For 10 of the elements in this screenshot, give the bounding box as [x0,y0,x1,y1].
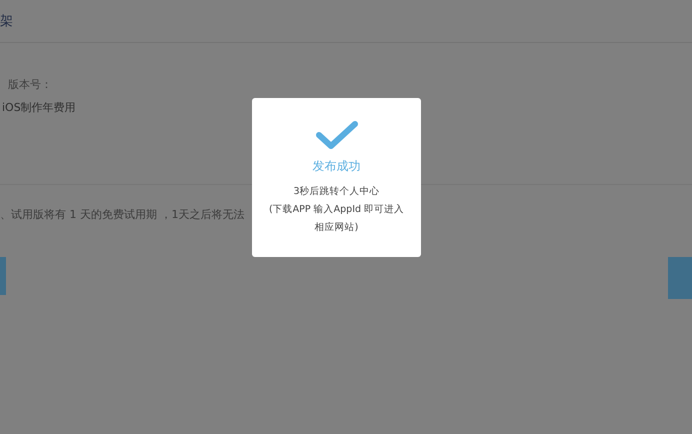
button[interactable] [0,257,6,295]
version-label: 版本号： [8,77,53,92]
dialog-message: 3秒后跳转个人中心 [292,185,381,199]
header-title: 架 [0,13,13,30]
fee-label: iOS制作年费用 [2,100,77,115]
button[interactable] [668,257,692,299]
dialog-title: 发布成功 [312,158,360,175]
checkmark-icon [314,120,358,150]
trial-notice: 、试用版将有 1 天的免费试用期 ，1天之后将无法 [0,208,244,221]
dialog-message: (下载APP 输入AppId 即可进入相应网站) [268,203,406,235]
